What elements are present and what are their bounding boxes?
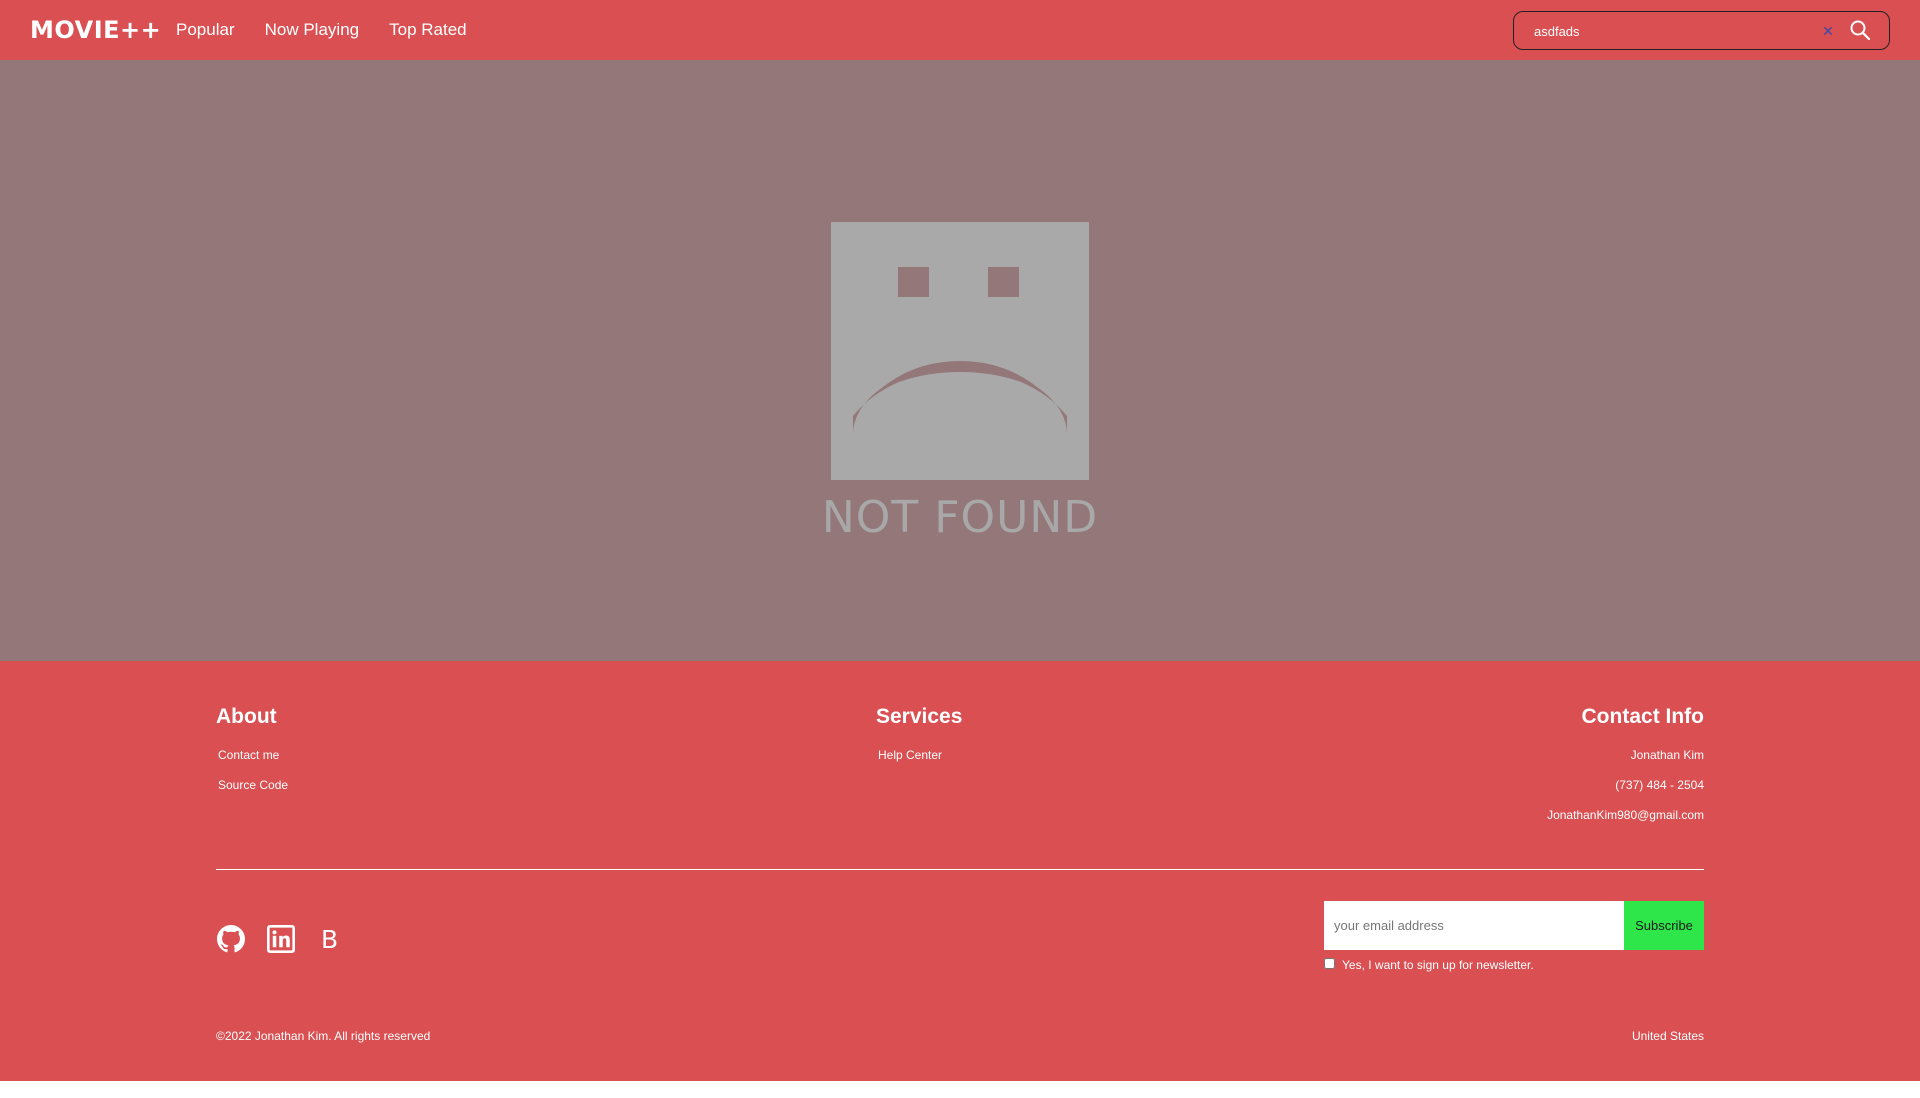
brand-logo[interactable]: MOVIE++ xyxy=(30,14,161,46)
nav-links: Popular Now Playing Top Rated xyxy=(176,18,467,42)
footer-divider xyxy=(216,869,1704,870)
main-content: NOT FOUND xyxy=(0,60,1920,661)
region-text: United States xyxy=(1631,1029,1704,1043)
contact-name: Jonathan Kim xyxy=(1630,748,1704,762)
footer-about-title: About xyxy=(216,705,277,728)
subscribe-button[interactable]: Subscribe xyxy=(1624,901,1704,950)
nav-link-now-playing[interactable]: Now Playing xyxy=(265,18,360,42)
close-icon[interactable]: ✕ xyxy=(1820,21,1836,41)
page-bottom-strip xyxy=(0,1081,1920,1098)
top-navbar: MOVIE++ Popular Now Playing Top Rated ✕ xyxy=(0,0,1920,60)
footer-services-title: Services xyxy=(876,705,963,728)
search-box: ✕ xyxy=(1513,11,1890,50)
github-icon[interactable] xyxy=(217,925,245,953)
blog-icon[interactable]: B xyxy=(317,925,345,953)
nav-link-popular[interactable]: Popular xyxy=(176,18,235,42)
footer-link-contact-me[interactable]: Contact me xyxy=(218,747,279,763)
footer-link-source-code[interactable]: Source Code xyxy=(218,777,288,793)
nav-link-top-rated[interactable]: Top Rated xyxy=(389,18,467,42)
footer-contact-title: Contact Info xyxy=(1581,705,1704,728)
search-input[interactable] xyxy=(1532,20,1832,42)
footer: About Contact me Source Code Services He… xyxy=(0,661,1920,1081)
newsletter-email-input[interactable] xyxy=(1324,901,1624,950)
not-found-message: NOT FOUND xyxy=(821,492,1099,543)
newsletter-checkbox-label: Yes, I want to sign up for newsletter. xyxy=(1342,958,1534,972)
footer-link-help-center[interactable]: Help Center xyxy=(878,747,942,763)
contact-phone: (737) 484 - 2504 xyxy=(1615,778,1704,792)
contact-email: JonathanKim980@gmail.com xyxy=(1547,808,1704,822)
sad-face-icon xyxy=(831,222,1089,480)
copyright-text: ©2022 Jonathan Kim. All rights reserved xyxy=(216,1029,431,1043)
svg-text:B: B xyxy=(321,925,338,953)
newsletter-checkbox[interactable] xyxy=(1324,958,1335,969)
search-icon[interactable] xyxy=(1848,18,1872,42)
linkedin-icon[interactable] xyxy=(267,925,295,953)
